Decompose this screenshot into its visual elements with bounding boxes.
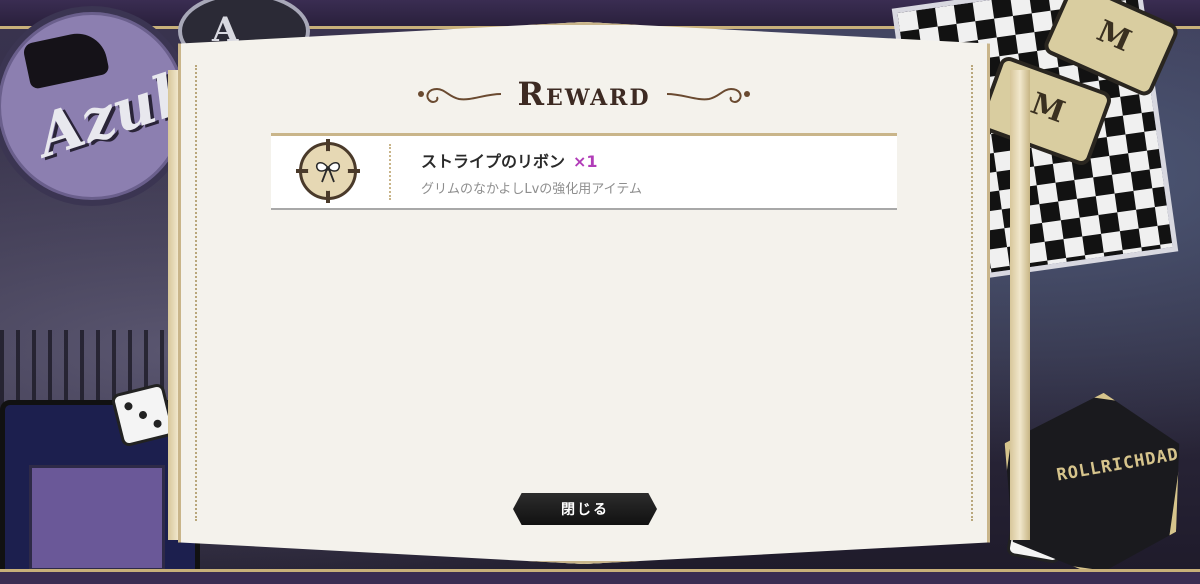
flourish-right-icon: [666, 87, 750, 103]
item-icon-frame: [296, 139, 360, 203]
row-divider: [389, 144, 391, 200]
ribbon-icon: [308, 151, 348, 191]
frame-pillar-right: [1010, 70, 1030, 540]
m-tag-letter: M: [1026, 86, 1070, 131]
close-button[interactable]: 閉じる: [513, 493, 657, 525]
item-name-text: ストライプのリボン: [421, 152, 566, 171]
m-tag-letter: M: [1091, 13, 1137, 60]
item-name: ストライプのリボン ×1: [421, 148, 598, 172]
flourish-left-icon: [418, 87, 502, 103]
dialog-title: Reward: [517, 75, 651, 113]
reward-dialog: Reward ストライプのリボン ×1 グリムのなかよしLvの強化用アイテム 閉じ…: [178, 22, 990, 564]
hat-icon: [22, 28, 110, 90]
item-description: グリムのなかよしLvの強化用アイテム: [421, 182, 642, 197]
item-quantity: ×1: [573, 152, 598, 171]
dialog-header: Reward: [181, 69, 987, 119]
azul-badge: Azul: [0, 6, 192, 206]
reward-list-item: ストライプのリボン ×1 グリムのなかよしLvの強化用アイテム: [271, 133, 897, 210]
bottom-border-strip: [0, 569, 1200, 584]
